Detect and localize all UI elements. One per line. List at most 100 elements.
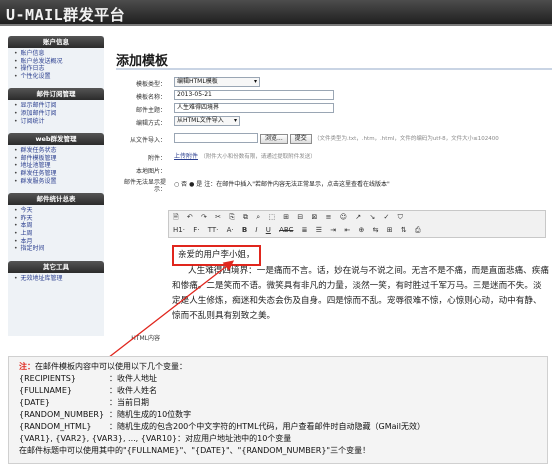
- template-type-select[interactable]: 编辑HTML模板: [174, 77, 260, 87]
- spellcheck-icon[interactable]: ✓: [384, 213, 390, 221]
- row-subject: 邮件主题： 人生难得四境界: [114, 102, 552, 115]
- file-path-input[interactable]: [174, 133, 258, 143]
- var-desc: ：随机生成的10位数字: [109, 410, 192, 419]
- sidebar-item[interactable]: 群发任务状态: [14, 147, 104, 155]
- new-doc-icon[interactable]: 🗎: [173, 213, 179, 221]
- edit-mode-label: 编辑方式：: [135, 120, 166, 127]
- select-all-icon[interactable]: ⬚: [268, 213, 275, 221]
- sidebar-item[interactable]: 地址池管理: [14, 162, 104, 170]
- sidebar-item[interactable]: 本月: [14, 238, 104, 246]
- sidebar-item[interactable]: 指定时间: [14, 245, 104, 253]
- toolbar-row-2: H1· F· TT· A· B I U ABC ≣ ☰ ⇥ ⇤ ⊕ ⇆ ⊞ ⇅ …: [173, 226, 427, 237]
- var-list-line: {VAR1}, {VAR2}, {VAR3}, ..., {VAR10}：对应用…: [19, 434, 292, 443]
- var-name: {RANDOM_NUMBER}: [19, 410, 105, 419]
- html-editor[interactable]: 亲爱的用户李小姐， 人生难得四境界：一是痛而不言。话，妙在说与不说之间。无言不是…: [168, 240, 552, 346]
- link-icon[interactable]: ↗: [355, 213, 361, 221]
- template-type-label: 模板类型：: [135, 81, 166, 88]
- var-name: {RECIPIENTS}: [19, 374, 76, 383]
- sidebar-item[interactable]: 操作日志: [14, 65, 104, 73]
- print-icon[interactable]: ⎙: [415, 226, 421, 234]
- sidebar-item[interactable]: 账户信息: [14, 50, 104, 58]
- indent-icon[interactable]: ⇥: [330, 226, 336, 234]
- sidebar-section-title: 其它工具: [8, 260, 104, 273]
- table-icon[interactable]: ⊞: [283, 213, 289, 221]
- upload-attachment-link[interactable]: 上传附件: [174, 153, 198, 160]
- var-desc: ：随机生成的包含200个中文字符的HTML代码，用户查看邮件时自动隐藏（GMai…: [109, 422, 425, 431]
- paste-icon[interactable]: ⧉: [243, 213, 248, 221]
- template-name-label: 模板名称：: [135, 94, 166, 101]
- emoticon-icon[interactable]: ☺: [340, 213, 347, 221]
- var-line: {RECIPIENTS} ：收件人地址: [19, 373, 537, 385]
- delete-row-icon[interactable]: ⊠: [312, 213, 318, 221]
- app-title: U-MAIL群发平台: [6, 6, 126, 24]
- cut-icon[interactable]: ✂: [215, 213, 221, 221]
- divider: [116, 68, 552, 70]
- attachment-label: 附件：: [147, 155, 166, 162]
- sidebar-section-stats: 邮件统计总表 今天 昨天 本周 上周 本月 指定时间: [8, 193, 104, 256]
- redo-icon[interactable]: ↷: [201, 213, 207, 221]
- note-prefix: 注：: [19, 362, 35, 371]
- unordered-list-icon[interactable]: ☰: [316, 226, 322, 234]
- font-size-icon[interactable]: TT·: [208, 226, 219, 234]
- subject-vars-line: 在邮件标题中可以使用其中的"{FULLNAME}"、"{DATE}"、"{RAN…: [19, 446, 371, 455]
- var-line: {FULLNAME} ：收件人姓名: [19, 385, 537, 397]
- outdent-icon[interactable]: ⇤: [344, 226, 350, 234]
- sort-icon[interactable]: ⇅: [401, 226, 407, 234]
- heading-icon[interactable]: H1·: [173, 226, 185, 234]
- sidebar-item[interactable]: 订阅统计: [14, 118, 104, 126]
- insert-row-icon[interactable]: ⊟: [297, 213, 303, 221]
- row-edit-mode: 编辑方式： 从HTML文件导入: [114, 115, 552, 128]
- sidebar-item[interactable]: 添加邮件订阅: [14, 110, 104, 118]
- submit-button[interactable]: 提交: [289, 134, 312, 144]
- font-family-icon[interactable]: F·: [193, 226, 199, 234]
- sidebar-item[interactable]: 群发服务设置: [14, 178, 104, 186]
- row-fallback: 邮件无法显示提示： ○ 否 ● 是 注：在邮件中插入"若邮件内容无法正常显示，点…: [114, 176, 552, 194]
- subject-input[interactable]: 人生难得四境界: [174, 103, 334, 113]
- unlink-icon[interactable]: ↘: [369, 213, 375, 221]
- browse-button[interactable]: 浏览...: [260, 134, 288, 144]
- import-label: 从文件导入：: [129, 137, 166, 144]
- fallback-label: 邮件无法显示提示：: [123, 179, 166, 193]
- undo-icon[interactable]: ↶: [187, 213, 193, 221]
- edit-mode-select[interactable]: 从HTML文件导入: [174, 116, 240, 126]
- font-color-icon[interactable]: A·: [227, 226, 234, 234]
- sidebar-item[interactable]: 无效地址库管理: [14, 275, 104, 283]
- sidebar-section-title: 邮件订阅管理: [8, 88, 104, 101]
- swap-icon[interactable]: ⇆: [373, 226, 379, 234]
- template-name-input[interactable]: 2013-05-21: [174, 90, 334, 100]
- italic-icon[interactable]: I: [255, 226, 257, 234]
- var-line: {RANDOM_NUMBER} ：随机生成的10位数字: [19, 409, 537, 421]
- html-content-label: HTML内容: [131, 335, 160, 342]
- sidebar-item[interactable]: 显示邮件订阅: [14, 102, 104, 110]
- editor-body-text: 人生难得四境界：一是痛而不言。话，妙在说与不说之间。无言不是不痛，而是直面悲痛、…: [172, 266, 549, 321]
- copy-icon[interactable]: ⎘: [229, 213, 235, 221]
- edit-mode-value: 从HTML文件导入: [177, 117, 224, 124]
- bold-icon[interactable]: B: [242, 226, 247, 234]
- sidebar-item[interactable]: 本周: [14, 222, 104, 230]
- row-template-name: 模板名称： 2013-05-21: [114, 89, 552, 102]
- insert-image-icon[interactable]: ⊕: [359, 226, 365, 234]
- align-icon[interactable]: ≡: [326, 213, 332, 221]
- ordered-list-icon[interactable]: ≣: [302, 226, 308, 234]
- sidebar-item[interactable]: 个性化设置: [14, 73, 104, 81]
- fallback-no-label: 否: [181, 181, 188, 188]
- sidebar-item[interactable]: 上周: [14, 230, 104, 238]
- sidebar-item[interactable]: 今天: [14, 207, 104, 215]
- clean-icon[interactable]: ⛉: [398, 213, 403, 221]
- find-icon[interactable]: ⌕: [256, 213, 260, 221]
- local-image-label: 本地图片：: [135, 168, 166, 175]
- fallback-hint: 注：在邮件中插入"若邮件内容无法正常显示，点击这里查看在线版本": [204, 181, 390, 188]
- fallback-yes-radio[interactable]: ●: [189, 181, 194, 188]
- underline-icon[interactable]: U: [266, 226, 271, 234]
- var-name: {RANDOM_HTML}: [19, 422, 92, 431]
- sidebar-section-web-mass: web群发管理 群发任务状态 邮件模板管理 地址池管理 群发任务管理 群发服务设…: [8, 133, 104, 188]
- toolbar-row-1: 🗎 ↶ ↷ ✂ ⎘ ⧉ ⌕ ⬚ ⊞ ⊟ ⊠ ≡ ☺ ↗ ↘ ✓ ⛉: [173, 213, 409, 224]
- grid-icon[interactable]: ⊞: [387, 226, 393, 234]
- fallback-yes-label: 是: [196, 181, 203, 188]
- template-form: 模板类型： 编辑HTML模板 模板名称： 2013-05-21 邮件主题： 人生…: [114, 76, 552, 194]
- note-intro-text: 在邮件模板内容中可以使用以下几个变量：: [35, 362, 187, 371]
- sidebar-item[interactable]: 群发任务管理: [14, 170, 104, 178]
- fallback-no-radio[interactable]: ○: [174, 181, 179, 188]
- var-desc: ：收件人地址: [109, 374, 157, 383]
- strikethrough-icon[interactable]: ABC: [279, 226, 293, 234]
